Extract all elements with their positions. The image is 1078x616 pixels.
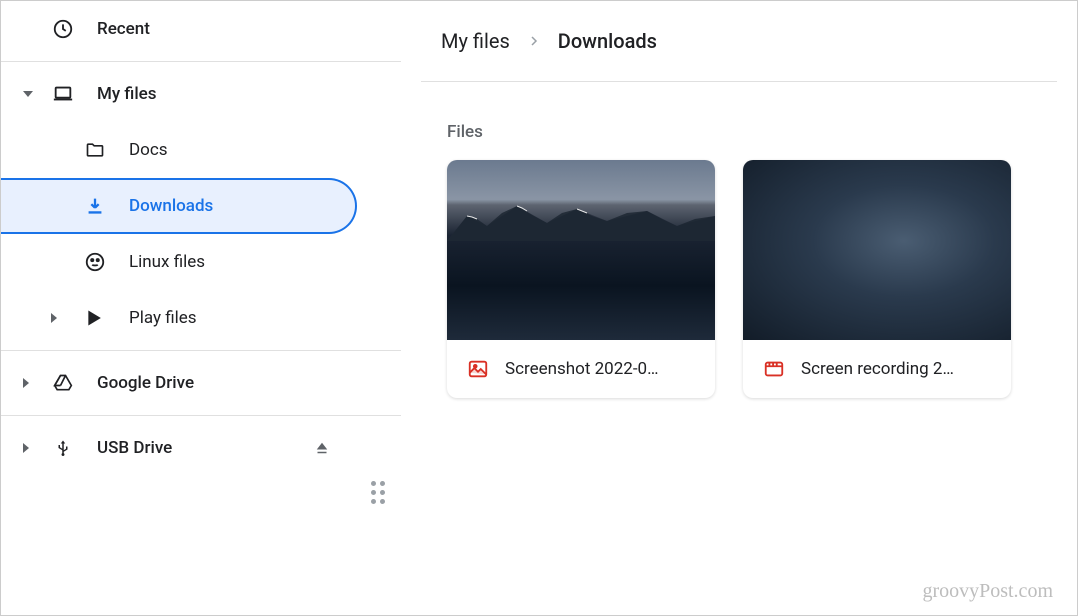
- download-icon: [81, 195, 109, 217]
- sidebar-item-myfiles[interactable]: My files: [1, 66, 401, 122]
- file-name: Screenshot 2022-0…: [505, 359, 658, 379]
- main-content: My files Downloads Files Screenshot 2022…: [401, 1, 1077, 615]
- clock-icon: [49, 18, 77, 40]
- chevron-right-icon: [23, 443, 29, 453]
- sidebar-item-label: USB Drive: [97, 438, 172, 458]
- file-card-recording[interactable]: Screen recording 2…: [743, 160, 1011, 398]
- sidebar-item-gdrive[interactable]: Google Drive: [1, 355, 401, 411]
- watermark: groovyPost.com: [922, 580, 1053, 603]
- file-card-screenshot[interactable]: Screenshot 2022-0…: [447, 160, 715, 398]
- sidebar-item-label: Docs: [129, 140, 168, 160]
- chevron-right-icon: [23, 378, 29, 388]
- sidebar-item-label: Recent: [97, 19, 150, 39]
- sidebar-item-downloads[interactable]: Downloads: [1, 178, 357, 234]
- files-grid: Screenshot 2022-0… Screen recording 2…: [421, 160, 1057, 398]
- file-thumbnail: [447, 160, 715, 340]
- folder-icon: [81, 140, 109, 160]
- file-thumbnail: [743, 160, 1011, 340]
- sidebar-item-playfiles[interactable]: Play files: [1, 290, 401, 346]
- drive-icon: [49, 373, 77, 393]
- divider: [421, 81, 1057, 82]
- sidebar-item-docs[interactable]: Docs: [1, 122, 401, 178]
- usb-icon: [49, 436, 77, 460]
- divider: [1, 350, 401, 351]
- divider: [1, 415, 401, 416]
- sidebar-item-recent[interactable]: Recent: [1, 1, 401, 57]
- drag-handle-icon[interactable]: [371, 481, 385, 504]
- image-icon: [467, 358, 489, 380]
- chevron-down-icon: [23, 91, 33, 97]
- laptop-icon: [49, 83, 77, 105]
- sidebar: Recent My files Docs Downloads: [1, 1, 401, 615]
- eject-icon[interactable]: [313, 439, 331, 457]
- chevron-right-icon: [51, 313, 57, 323]
- divider: [1, 61, 401, 62]
- file-name: Screen recording 2…: [801, 359, 954, 379]
- section-header: Files: [421, 122, 1057, 142]
- breadcrumb-current: Downloads: [558, 29, 657, 53]
- sidebar-item-linux[interactable]: Linux files: [1, 234, 401, 290]
- chevron-right-icon: [528, 35, 540, 47]
- sidebar-item-label: My files: [97, 84, 157, 104]
- breadcrumb-root[interactable]: My files: [441, 29, 510, 53]
- sidebar-item-usb[interactable]: USB Drive: [1, 420, 401, 476]
- sidebar-item-label: Google Drive: [97, 373, 194, 393]
- penguin-icon: [81, 251, 109, 273]
- sidebar-item-label: Linux files: [129, 252, 205, 272]
- sidebar-item-label: Downloads: [129, 196, 213, 216]
- video-icon: [763, 358, 785, 380]
- breadcrumb: My files Downloads: [421, 1, 1057, 81]
- play-store-icon: [81, 307, 109, 329]
- sidebar-item-label: Play files: [129, 308, 197, 328]
